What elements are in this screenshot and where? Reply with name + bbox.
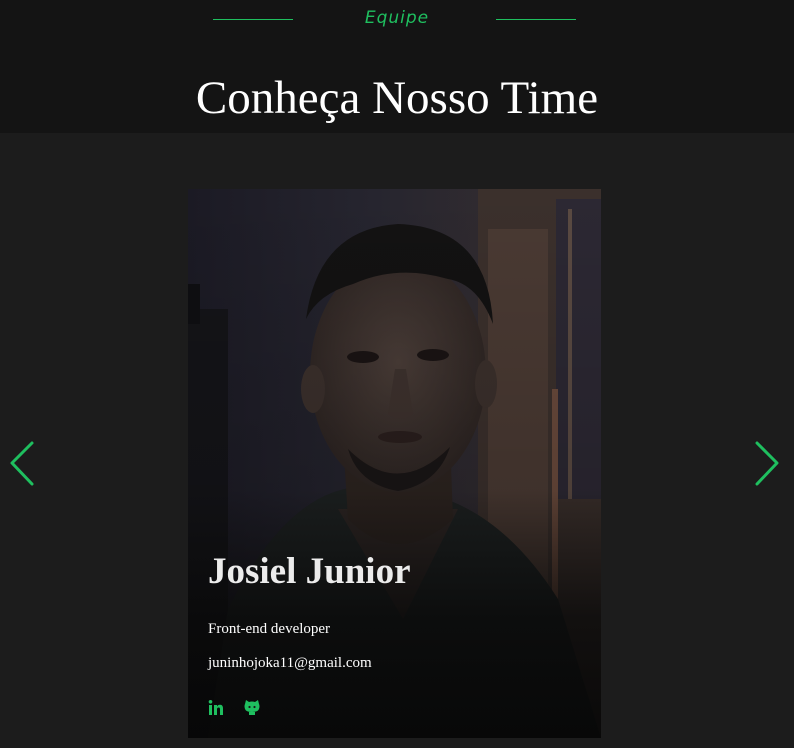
member-name: Josiel Junior [208, 551, 411, 592]
github-link[interactable] [243, 699, 261, 717]
section-header: Equipe Conheça Nosso Time [0, 0, 794, 133]
carousel-next-button[interactable] [753, 440, 781, 488]
chevron-right-icon [755, 441, 779, 486]
linkedin-icon [208, 700, 223, 715]
eyebrow-divider-right [496, 19, 576, 20]
github-icon [244, 700, 260, 715]
member-card: Josiel Junior Front-end developer juninh… [188, 189, 601, 738]
section-eyebrow: Equipe [364, 8, 430, 28]
linkedin-link[interactable] [207, 699, 225, 717]
member-role: Front-end developer [208, 621, 331, 637]
carousel-prev-button[interactable] [8, 440, 36, 488]
page-title: Conheça Nosso Time [195, 72, 599, 124]
member-email: juninhojoka11@gmail.com [208, 655, 372, 671]
chevron-left-icon [10, 441, 34, 486]
team-section: Equipe Conheça Nosso Time Josiel Junior … [0, 0, 794, 748]
